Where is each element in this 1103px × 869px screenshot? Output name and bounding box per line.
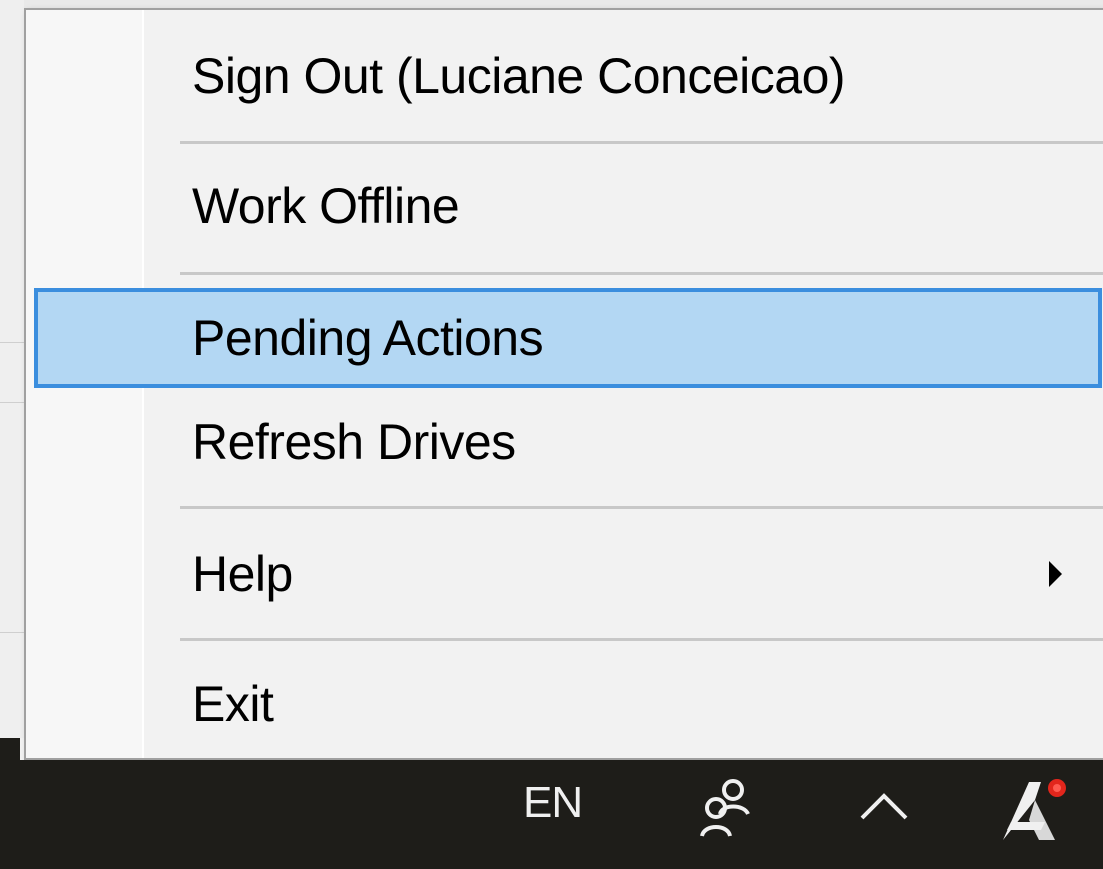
menu-item-label: Pending Actions [192,310,544,366]
menu-item-sign-out[interactable]: Sign Out (Luciane Conceicao) [34,28,1102,124]
menu-separator [180,638,1103,641]
menu-separator [180,141,1103,144]
chevron-up-icon[interactable] [856,788,912,829]
menu-item-refresh-drives[interactable]: Refresh Drives [34,394,1102,490]
menu-separator [180,506,1103,509]
menu-item-label: Exit [192,676,274,732]
menu-item-exit[interactable]: Exit [34,656,1102,752]
autodesk-drive-icon[interactable] [995,772,1075,853]
menu-item-pending-actions[interactable]: Pending Actions [34,288,1102,388]
people-icon[interactable] [696,774,756,849]
menu-item-label: Refresh Drives [192,414,516,470]
menu-item-help[interactable]: Help [34,526,1102,622]
menu-item-label: Help [192,546,293,602]
menu-item-work-offline[interactable]: Work Offline [34,158,1102,254]
background-window-edge [0,0,1103,8]
taskbar: EN [20,760,1103,869]
tray-context-menu: Sign Out (Luciane Conceicao) Work Offlin… [24,8,1103,760]
language-indicator[interactable]: EN [523,778,583,828]
background-window [0,0,24,738]
submenu-arrow-icon [1049,561,1062,587]
menu-item-label: Work Offline [192,178,460,234]
menu-item-label: Sign Out (Luciane Conceicao) [192,48,846,104]
menu-separator [180,272,1103,275]
